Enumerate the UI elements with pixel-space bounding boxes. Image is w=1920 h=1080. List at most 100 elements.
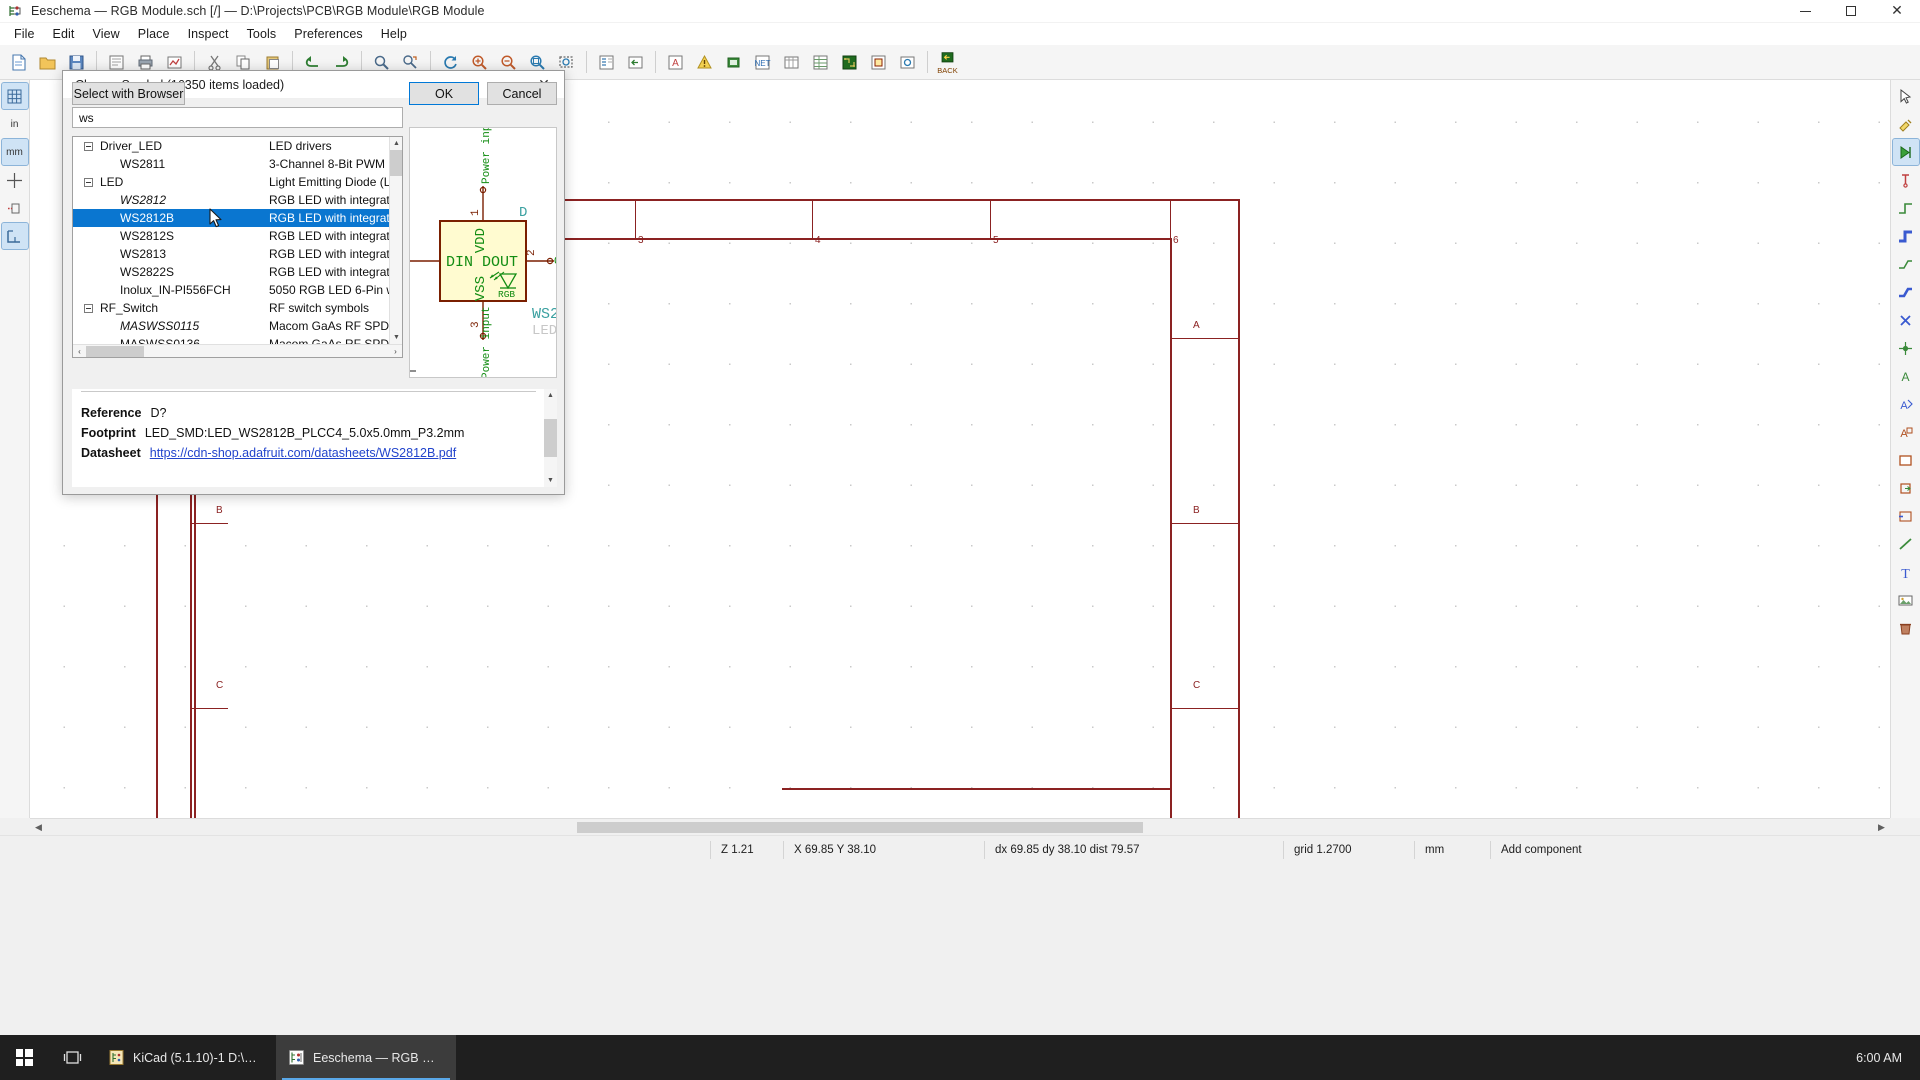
preview-pin2-name: DOUT <box>482 254 518 271</box>
edit-symbol-fields-icon[interactable] <box>778 49 805 76</box>
select-with-browser-button[interactable]: Select with Browser <box>72 82 185 105</box>
viewlib-icon[interactable] <box>894 49 921 76</box>
task-view-icon[interactable] <box>48 1035 96 1080</box>
bom-icon[interactable] <box>807 49 834 76</box>
scroll-right-icon[interactable]: › <box>389 345 402 358</box>
pcb-editor-icon[interactable] <box>836 49 863 76</box>
units-mm-icon[interactable]: mm <box>2 139 28 165</box>
tree-hscroll-track[interactable] <box>86 345 389 358</box>
leave-sheet-icon[interactable] <box>622 49 649 76</box>
details-vscrollbar[interactable]: ▲ ▼ <box>544 389 557 487</box>
tree-symbol-row[interactable]: WS2812BRGB LED with integrated cont <box>73 209 389 227</box>
taskbar-app-eeschema[interactable]: Eeschema — RGB Mo... <box>276 1035 456 1080</box>
junction-icon[interactable] <box>1893 335 1919 361</box>
bus-to-bus-icon[interactable] <box>1893 279 1919 305</box>
hierarchical-label-icon[interactable]: A <box>1893 419 1919 445</box>
netlist-icon[interactable]: NET <box>749 49 776 76</box>
delete-icon[interactable] <box>1893 615 1919 641</box>
tree-symbol-row[interactable]: Inolux_IN-PI556FCH5050 RGB LED 6-Pin wit… <box>73 281 389 299</box>
erc-icon[interactable] <box>691 49 718 76</box>
open-icon[interactable] <box>34 49 61 76</box>
library-editor-icon[interactable] <box>865 49 892 76</box>
scroll-up-icon[interactable]: ▲ <box>390 137 403 150</box>
preview-pin3-number: 3 <box>470 321 482 328</box>
draw-wire-icon[interactable] <box>1893 195 1919 221</box>
no-connect-icon[interactable] <box>1893 307 1919 333</box>
sheet-row-label-c-left: C <box>216 680 223 691</box>
scroll-left-icon[interactable]: ◀ <box>30 819 47 836</box>
scroll-left-icon[interactable]: ‹ <box>73 345 86 358</box>
taskbar-clock[interactable]: 6:00 AM <box>1856 1051 1920 1065</box>
symbol-tree[interactable]: Driver_LEDLED driversWS28113-Channel 8-B… <box>72 136 403 358</box>
hscroll-thumb[interactable] <box>577 822 1143 833</box>
tree-symbol-row[interactable]: WS2813RGB LED with integrated cont <box>73 245 389 263</box>
hierarchy-navigate-icon[interactable] <box>593 49 620 76</box>
back-annotate-icon[interactable]: BACK <box>934 47 961 78</box>
windows-start-icon[interactable] <box>0 1035 48 1080</box>
units-inch-icon[interactable]: in <box>2 111 28 137</box>
hierarchical-sheet-icon[interactable] <box>1893 447 1919 473</box>
collapse-icon[interactable] <box>84 178 93 187</box>
place-symbol-icon[interactable] <box>1893 139 1919 165</box>
tree-symbol-row[interactable]: WS2822SRGB LED with integrated cont <box>73 263 389 281</box>
tree-symbol-row[interactable]: WS2812SRGB LED with integrated cont <box>73 227 389 245</box>
tree-symbol-row[interactable]: WS2812RGB LED with integrated cont <box>73 191 389 209</box>
import-sheet-pin-icon[interactable] <box>1893 475 1919 501</box>
graphic-line-icon[interactable] <box>1893 531 1919 557</box>
global-label-icon[interactable]: A <box>1893 391 1919 417</box>
maximize-button[interactable] <box>1828 0 1874 23</box>
menu-view[interactable]: View <box>84 24 129 44</box>
details-datasheet-link[interactable]: https://cdn-shop.adafruit.com/datasheets… <box>150 446 456 460</box>
symbol-preview[interactable]: Input 4 Output 2 Power input 1 Power i <box>409 127 557 378</box>
symbol-tree-hscrollbar[interactable]: ‹ › <box>73 344 402 357</box>
close-button[interactable]: ✕ <box>1874 0 1920 23</box>
sheet-pin-icon[interactable] <box>1893 503 1919 529</box>
menu-help[interactable]: Help <box>372 24 416 44</box>
tree-vscroll-thumb[interactable] <box>390 150 403 176</box>
menu-tools[interactable]: Tools <box>238 24 286 44</box>
details-vscroll-thumb[interactable] <box>544 419 557 457</box>
menu-preferences[interactable]: Preferences <box>285 24 372 44</box>
canvas-hscrollbar[interactable]: ◀ ▶ <box>30 818 1890 835</box>
text-icon[interactable]: T <box>1893 559 1919 585</box>
new-sheet-icon[interactable] <box>5 49 32 76</box>
annotate-icon[interactable]: A <box>662 49 689 76</box>
select-cursor-icon[interactable] <box>1893 83 1919 109</box>
image-icon[interactable] <box>1893 587 1919 613</box>
scroll-down-icon[interactable]: ▼ <box>390 331 403 344</box>
cancel-button[interactable]: Cancel <box>487 82 557 105</box>
tree-library-row[interactable]: LEDLight Emitting Diode (LED) sy <box>73 173 389 191</box>
taskbar-app-kicad[interactable]: KiCad (5.1.10)-1 D:\Pr... <box>96 1035 276 1080</box>
tree-hscroll-thumb[interactable] <box>86 346 144 357</box>
ok-button[interactable]: OK <box>409 82 479 105</box>
menu-place[interactable]: Place <box>129 24 179 44</box>
hv-wires-icon[interactable] <box>2 223 28 249</box>
menu-edit[interactable]: Edit <box>44 24 84 44</box>
footprint-assign-icon[interactable] <box>720 49 747 76</box>
tree-library-row[interactable]: Driver_LEDLED drivers <box>73 137 389 155</box>
cursor-shape-icon[interactable] <box>2 167 28 193</box>
hidden-pins-icon[interactable] <box>2 195 28 221</box>
label-icon[interactable]: A <box>1893 363 1919 389</box>
grid-toggle-icon[interactable] <box>2 83 28 109</box>
scroll-down-icon[interactable]: ▼ <box>544 474 557 487</box>
collapse-icon[interactable] <box>84 142 93 151</box>
scroll-right-icon[interactable]: ▶ <box>1873 819 1890 836</box>
tree-symbol-row[interactable]: WS28113-Channel 8-Bit PWM LED Dr <box>73 155 389 173</box>
place-power-icon[interactable] <box>1893 167 1919 193</box>
hscroll-track[interactable] <box>47 819 1873 836</box>
eeschema-icon <box>288 1049 305 1066</box>
tree-symbol-row[interactable]: MASWSS0115Macom GaAs RF SPDT switch <box>73 317 389 335</box>
tree-row-name: WS2822S <box>120 265 174 279</box>
highlight-net-icon[interactable] <box>1893 111 1919 137</box>
menu-inspect[interactable]: Inspect <box>179 24 238 44</box>
minimize-button[interactable] <box>1782 0 1828 23</box>
menu-file[interactable]: File <box>5 24 44 44</box>
scroll-up-icon[interactable]: ▲ <box>544 389 557 402</box>
tree-library-row[interactable]: RF_SwitchRF switch symbols <box>73 299 389 317</box>
draw-bus-icon[interactable] <box>1893 223 1919 249</box>
collapse-icon[interactable] <box>84 304 93 313</box>
tree-row-description: RGB LED with integrated cont <box>269 211 403 225</box>
wire-to-bus-icon[interactable] <box>1893 251 1919 277</box>
symbol-tree-vscrollbar[interactable]: ▲ ▼ <box>389 137 402 344</box>
